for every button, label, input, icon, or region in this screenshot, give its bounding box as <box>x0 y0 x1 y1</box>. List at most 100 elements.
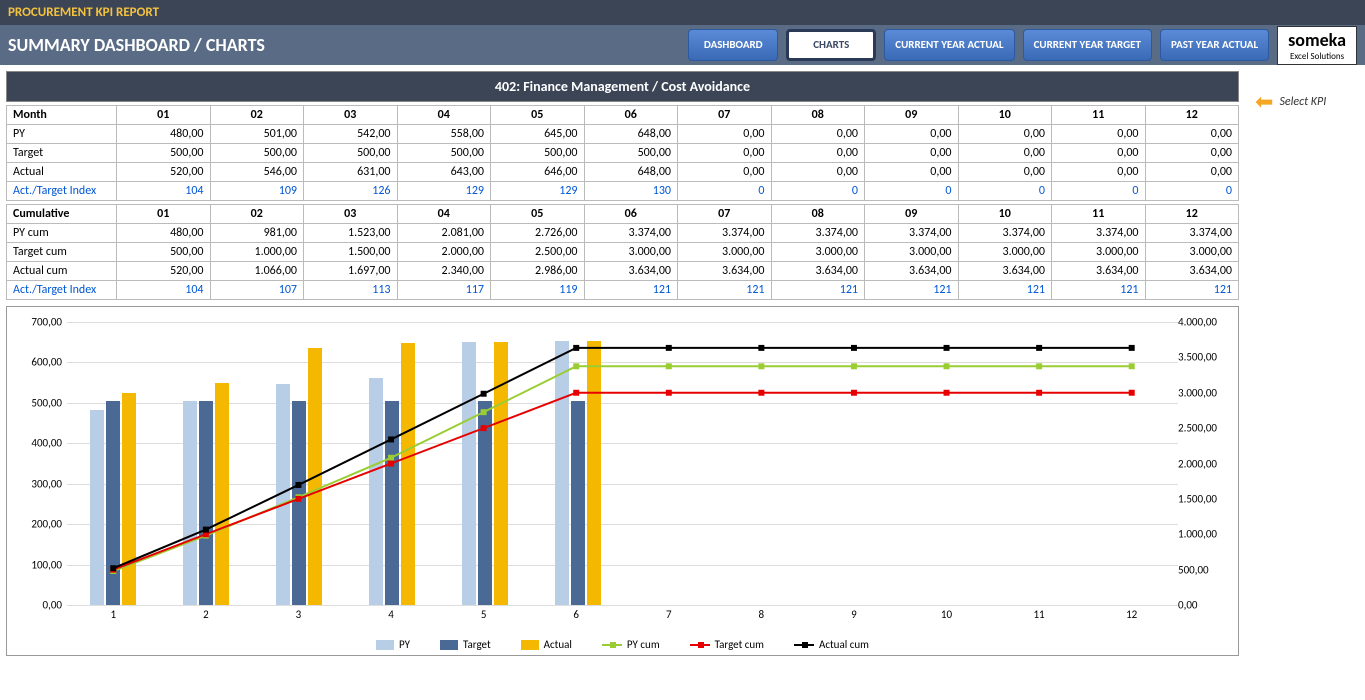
cell: 0,00 <box>1052 163 1146 182</box>
cell: 3.000,00 <box>865 243 959 262</box>
x-label: 8 <box>715 608 808 623</box>
cell: 121 <box>771 281 865 300</box>
dashboard-button[interactable]: DASHBOARD <box>688 29 778 61</box>
cell: 645,00 <box>491 125 585 144</box>
col-label: Cumulative <box>7 205 117 224</box>
cell: 0 <box>1052 182 1146 201</box>
cell: 104 <box>117 281 211 300</box>
cell: 0 <box>1145 182 1239 201</box>
cumulative-table: Cumulative010203040506070809101112 PY cu… <box>6 204 1239 300</box>
cell: 0,00 <box>1052 144 1146 163</box>
cell: 3.374,00 <box>771 224 865 243</box>
cell: 121 <box>678 281 772 300</box>
cell: 121 <box>1145 281 1239 300</box>
cell: 3.634,00 <box>958 262 1052 281</box>
col-month: 09 <box>865 106 959 125</box>
y-tick-right: 4.000,00 <box>1178 316 1217 329</box>
kpi-banner[interactable]: 402: Finance Management / Cost Avoidance <box>6 71 1239 102</box>
line-marker <box>758 363 764 369</box>
line-series <box>113 366 1131 571</box>
past-year-actual-button[interactable]: PAST YEAR ACTUAL <box>1160 29 1269 61</box>
row-label: Actual <box>7 163 117 182</box>
cell: 3.374,00 <box>1052 224 1146 243</box>
x-label: 2 <box>160 608 253 623</box>
current-year-target-button[interactable]: CURRENT YEAR TARGET <box>1023 29 1152 61</box>
cell: 981,00 <box>210 224 304 243</box>
table-row: Act./Target Index10410912612912913000000… <box>7 182 1239 201</box>
table-row: Target500,00500,00500,00500,00500,00500,… <box>7 144 1239 163</box>
legend-item: Target cum <box>690 638 764 651</box>
line-marker <box>1129 345 1135 351</box>
line-marker <box>388 455 394 461</box>
cell: 648,00 <box>584 163 678 182</box>
cell: 3.374,00 <box>678 224 772 243</box>
col-month: 12 <box>1145 205 1239 224</box>
y-tick-left: 300,00 <box>31 477 62 490</box>
logo-sub: Excel Solutions <box>1290 51 1344 62</box>
line-series <box>113 348 1131 568</box>
table-row: Actual cum520,001.066,001.697,002.340,00… <box>7 262 1239 281</box>
line-marker <box>481 425 487 431</box>
row-label: PY <box>7 125 117 144</box>
cell: 1.697,00 <box>304 262 398 281</box>
charts-button[interactable]: CHARTS <box>786 29 876 61</box>
cell: 546,00 <box>210 163 304 182</box>
cell: 0,00 <box>771 144 865 163</box>
col-month: 02 <box>210 205 304 224</box>
legend-item: PY cum <box>602 638 660 651</box>
cell: 0,00 <box>678 144 772 163</box>
col-month: 06 <box>584 205 678 224</box>
cell: 3.000,00 <box>771 243 865 262</box>
line-marker <box>481 391 487 397</box>
current-year-actual-button[interactable]: CURRENT YEAR ACTUAL <box>884 29 1014 61</box>
row-label: Act./Target Index <box>7 182 117 201</box>
line-marker <box>573 363 579 369</box>
col-month: 08 <box>771 205 865 224</box>
col-month: 10 <box>958 106 1052 125</box>
top-bar: PROCUREMENT KPI REPORT <box>0 0 1365 25</box>
line-marker <box>573 345 579 351</box>
col-month: 05 <box>491 205 585 224</box>
cell: 3.000,00 <box>958 243 1052 262</box>
cell: 500,00 <box>117 243 211 262</box>
line-marker <box>666 390 672 396</box>
cell: 542,00 <box>304 125 398 144</box>
line-marker <box>388 436 394 442</box>
cell: 646,00 <box>491 163 585 182</box>
y-tick-right: 2.000,00 <box>1178 457 1217 470</box>
y-tick-right: 500,00 <box>1178 563 1209 576</box>
cell: 2.500,00 <box>491 243 585 262</box>
y-tick-right: 1.500,00 <box>1178 492 1217 505</box>
line-marker <box>573 390 579 396</box>
cell: 0,00 <box>771 125 865 144</box>
y-tick-right: 3.000,00 <box>1178 386 1217 399</box>
col-month: 06 <box>584 106 678 125</box>
line-marker <box>110 565 116 571</box>
cell: 3.000,00 <box>1052 243 1146 262</box>
cell: 3.634,00 <box>584 262 678 281</box>
col-month: 11 <box>1052 106 1146 125</box>
cell: 3.634,00 <box>1052 262 1146 281</box>
cell: 3.634,00 <box>865 262 959 281</box>
table-row: PY cum480,00981,001.523,002.081,002.726,… <box>7 224 1239 243</box>
cell: 0,00 <box>958 125 1052 144</box>
col-label: Month <box>7 106 117 125</box>
cell: 0,00 <box>1052 125 1146 144</box>
line-marker <box>944 390 950 396</box>
x-label: 10 <box>900 608 993 623</box>
cell: 0,00 <box>771 163 865 182</box>
col-month: 05 <box>491 106 585 125</box>
cell: 3.634,00 <box>771 262 865 281</box>
cell: 129 <box>491 182 585 201</box>
cell: 0 <box>958 182 1052 201</box>
x-label: 1 <box>67 608 160 623</box>
cell: 119 <box>491 281 585 300</box>
col-month: 11 <box>1052 205 1146 224</box>
cell: 0,00 <box>678 125 772 144</box>
cell: 0,00 <box>1145 144 1239 163</box>
y-tick-left: 400,00 <box>31 437 62 450</box>
y-tick-left: 0,00 <box>43 599 62 612</box>
legend-item: PY <box>376 638 410 651</box>
cell: 130 <box>584 182 678 201</box>
y-tick-left: 100,00 <box>31 558 62 571</box>
